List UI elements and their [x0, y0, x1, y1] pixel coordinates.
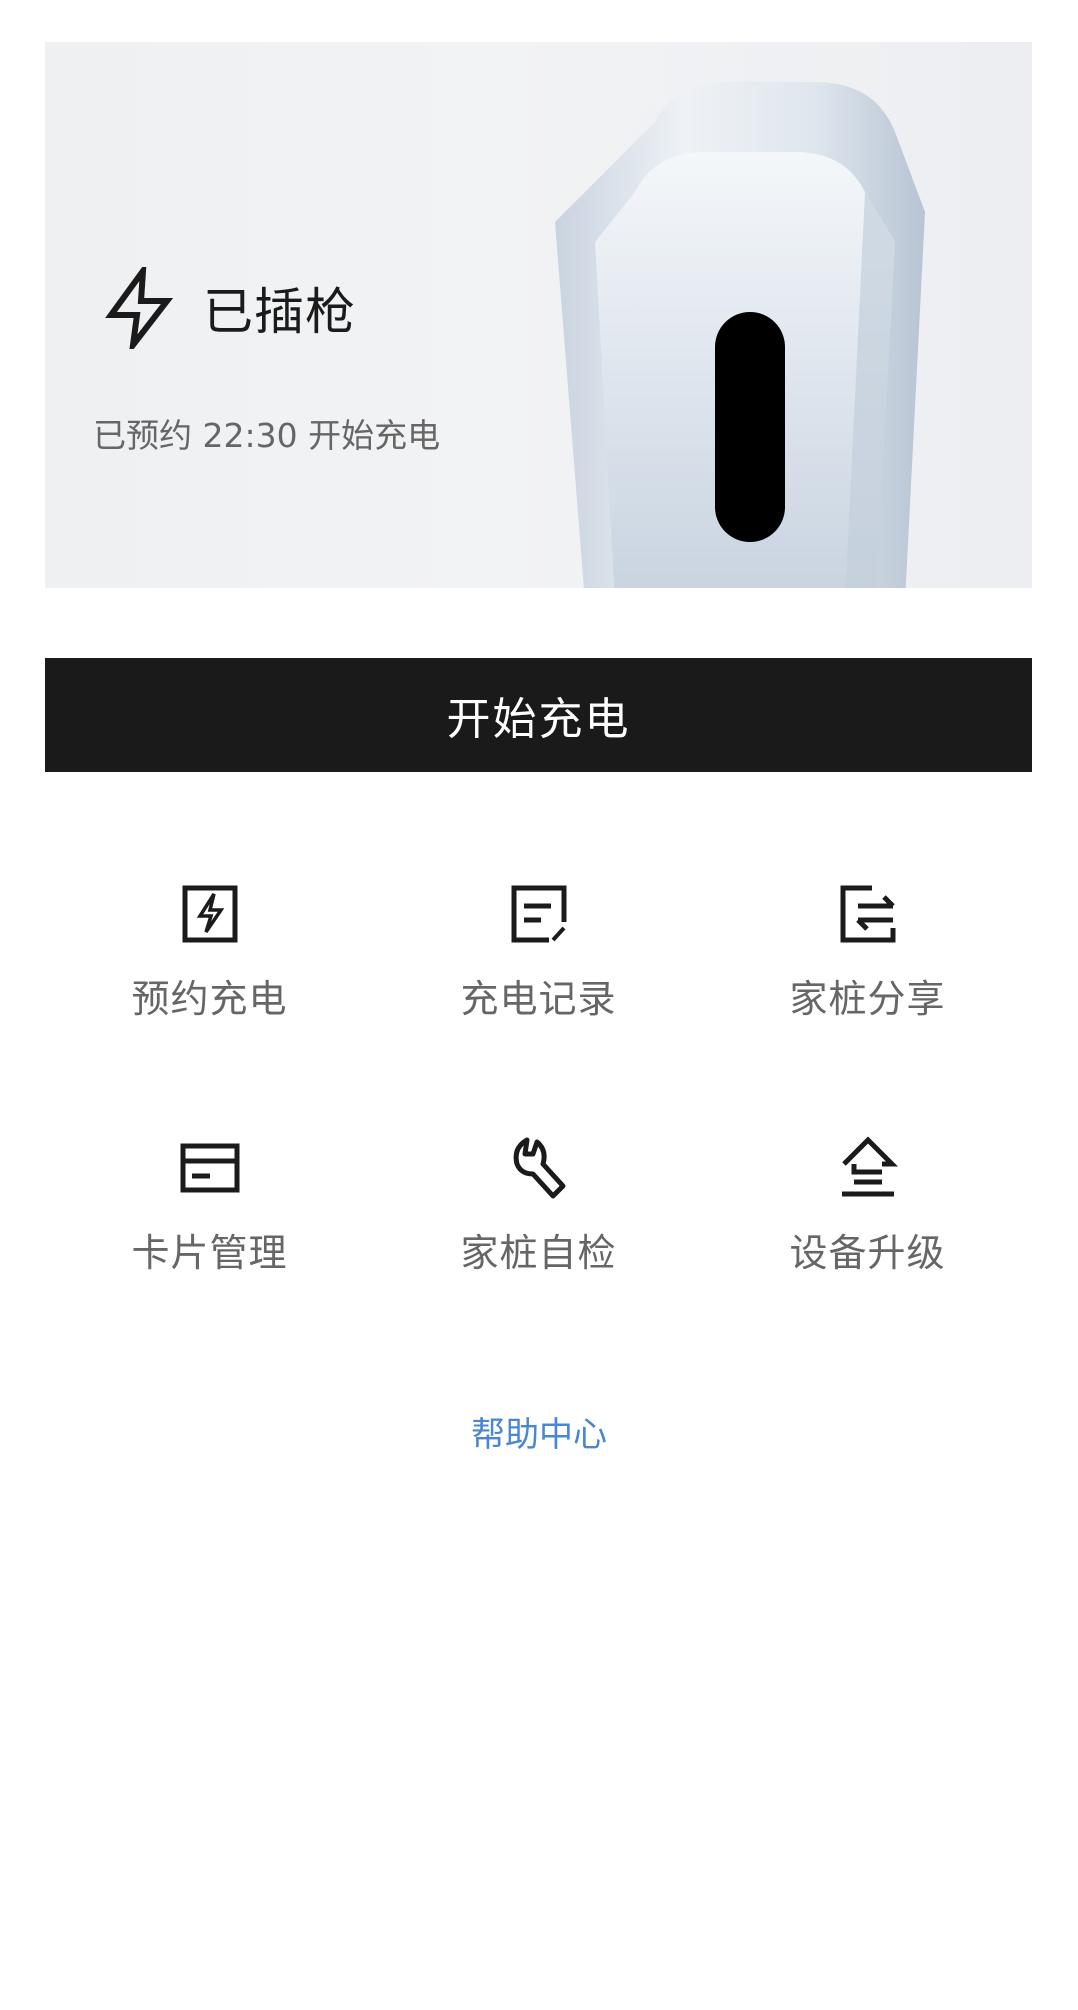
- charger-hero-card: 已插枪 已预约 22:30 开始充电: [45, 42, 1032, 588]
- share-icon: [840, 885, 895, 943]
- schedule-charge-item[interactable]: 预约充电: [45, 880, 374, 1134]
- upgrade-icon: [841, 1136, 898, 1197]
- schedule-text: 已预约 22:30 开始充电: [93, 416, 441, 455]
- charge-record-item[interactable]: 充电记录: [374, 880, 703, 1134]
- start-charging-button[interactable]: 开始充电: [45, 658, 1032, 772]
- wrench-icon: [513, 1137, 565, 1199]
- schedule-charge-label: 预约充电: [131, 977, 288, 1021]
- card-icon: [180, 1143, 239, 1193]
- help-center-link[interactable]: 帮助中心: [0, 1407, 1078, 1456]
- lightning-icon: [105, 267, 174, 349]
- upgrade-item[interactable]: 设备升级: [703, 1134, 1032, 1388]
- grid-row: 卡片管理 家桩自检 设备升级: [45, 1134, 1032, 1388]
- self-check-item[interactable]: 家桩自检: [374, 1134, 703, 1388]
- charge-record-icon: [511, 885, 566, 943]
- card-management-label: 卡片管理: [131, 1231, 288, 1275]
- schedule-charge-icon: [182, 885, 237, 943]
- function-grid: 预约充电 充电记录 家桩分享 卡片管理 家桩自检 设备升级: [45, 880, 1032, 1388]
- plug-status-text: 已插枪: [203, 283, 356, 341]
- share-label: 家桩分享: [789, 977, 946, 1021]
- charge-record-label: 充电记录: [460, 977, 617, 1021]
- self-check-label: 家桩自检: [460, 1231, 617, 1275]
- charger-image: [545, 82, 935, 588]
- share-item[interactable]: 家桩分享: [703, 880, 1032, 1134]
- upgrade-label: 设备升级: [789, 1231, 946, 1275]
- plug-status-row: 已插枪: [103, 267, 356, 349]
- grid-row: 预约充电 充电记录 家桩分享: [45, 880, 1032, 1134]
- card-management-item[interactable]: 卡片管理: [45, 1134, 374, 1388]
